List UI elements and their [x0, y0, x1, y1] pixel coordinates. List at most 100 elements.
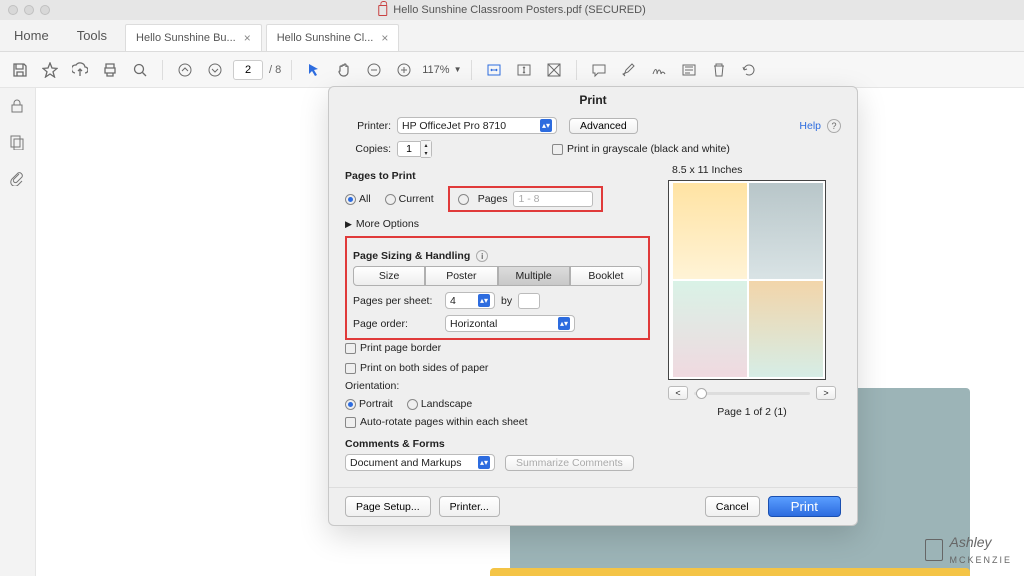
star-icon[interactable]: [38, 58, 62, 82]
current-radio[interactable]: [385, 194, 396, 205]
close-tab-icon[interactable]: ×: [381, 31, 388, 45]
preview-slider[interactable]: [694, 392, 810, 395]
read-mode-icon[interactable]: [542, 58, 566, 82]
page-count: / 8: [269, 64, 281, 76]
by-label: by: [501, 295, 512, 307]
more-options[interactable]: More Options: [356, 218, 419, 230]
pps-label: Pages per sheet:: [353, 295, 439, 307]
window-title: Hello Sunshine Classroom Posters.pdf (SE…: [393, 4, 645, 16]
close-window-icon[interactable]: [8, 5, 18, 15]
page-border-label: Print page border: [360, 342, 441, 354]
disclosure-icon[interactable]: ▶: [345, 219, 352, 230]
pages-radio[interactable]: [458, 194, 469, 205]
print-dialog: Print Printer: HP OfficeJet Pro 8710 ▴▾ …: [328, 86, 858, 526]
tab-label: Hello Sunshine Cl...: [277, 32, 374, 44]
minimize-window-icon[interactable]: [24, 5, 34, 15]
seg-booklet[interactable]: Booklet: [570, 266, 642, 286]
print-icon[interactable]: [98, 58, 122, 82]
page-setup-button[interactable]: Page Setup...: [345, 496, 431, 517]
lock-icon: [378, 5, 387, 16]
zoom-in-icon[interactable]: [392, 58, 416, 82]
delete-icon[interactable]: [707, 58, 731, 82]
comment-icon[interactable]: [587, 58, 611, 82]
page-range-input[interactable]: [513, 191, 593, 207]
printer-select[interactable]: HP OfficeJet Pro 8710 ▴▾: [397, 117, 557, 134]
page-up-icon[interactable]: [173, 58, 197, 82]
highlight-icon[interactable]: [617, 58, 641, 82]
upload-icon[interactable]: [68, 58, 92, 82]
autorotate-checkbox[interactable]: [345, 417, 356, 428]
page-border-checkbox[interactable]: [345, 343, 356, 354]
tab-label: Hello Sunshine Bu...: [136, 32, 236, 44]
close-tab-icon[interactable]: ×: [244, 31, 251, 45]
dialog-title: Print: [329, 87, 857, 113]
sign-icon[interactable]: [647, 58, 671, 82]
summarize-button: Summarize Comments: [505, 455, 634, 471]
seg-size[interactable]: Size: [353, 266, 425, 286]
printer-label: Printer:: [345, 120, 397, 132]
home-button[interactable]: Home: [0, 20, 63, 51]
preview-box: [668, 180, 826, 380]
mac-traffic-lights: [8, 5, 50, 15]
page-order-select[interactable]: Horizontal▴▾: [445, 315, 575, 332]
autorotate-label: Auto-rotate pages within each sheet: [360, 416, 528, 428]
app-nav: Home Tools Hello Sunshine Bu... × Hello …: [0, 20, 1024, 52]
help-icon[interactable]: ?: [827, 119, 841, 133]
print-preview: 8.5 x 11 Inches < > Page 1 of 2 (1): [668, 164, 836, 477]
tools-button[interactable]: Tools: [63, 20, 121, 51]
print-button[interactable]: Print: [768, 496, 841, 517]
order-label: Page order:: [353, 318, 439, 330]
watermark: Ashley MCKENZIE: [925, 534, 1012, 566]
refresh-icon[interactable]: [737, 58, 761, 82]
printer-button[interactable]: Printer...: [439, 496, 500, 517]
attachment-icon[interactable]: [9, 170, 27, 188]
stamp-icon[interactable]: [677, 58, 701, 82]
preview-next-button[interactable]: >: [816, 386, 836, 400]
preview-page-info: Page 1 of 2 (1): [668, 406, 836, 418]
zoom-out-icon[interactable]: [362, 58, 386, 82]
save-icon[interactable]: [8, 58, 32, 82]
zoom-select[interactable]: 117%▼: [422, 64, 461, 76]
landscape-radio[interactable]: [407, 399, 418, 410]
grayscale-label: Print in grayscale (black and white): [567, 143, 730, 155]
grayscale-checkbox[interactable]: [552, 144, 563, 155]
select-tool-icon[interactable]: [302, 58, 326, 82]
logo-icon: [925, 539, 943, 561]
pages-per-sheet-select[interactable]: 4▴▾: [445, 292, 495, 309]
all-radio[interactable]: [345, 194, 356, 205]
by-input[interactable]: [518, 293, 540, 309]
duplex-checkbox[interactable]: [345, 363, 356, 374]
lock-icon[interactable]: [9, 98, 27, 116]
info-icon[interactable]: i: [476, 250, 488, 262]
left-sidebar: [0, 88, 36, 576]
comments-select[interactable]: Document and Markups▴▾: [345, 454, 495, 471]
seg-multiple[interactable]: Multiple: [498, 266, 570, 286]
fit-page-icon[interactable]: [512, 58, 536, 82]
thumbnails-icon[interactable]: [9, 134, 27, 152]
preview-dimensions: 8.5 x 11 Inches: [668, 164, 836, 176]
document-tab-1[interactable]: Hello Sunshine Bu... ×: [125, 24, 262, 51]
window-titlebar: Hello Sunshine Classroom Posters.pdf (SE…: [0, 0, 1024, 20]
copies-label: Copies:: [345, 143, 397, 155]
cancel-button[interactable]: Cancel: [705, 496, 760, 517]
chevron-updown-icon: ▴▾: [540, 119, 552, 132]
portrait-radio[interactable]: [345, 399, 356, 410]
advanced-button[interactable]: Advanced: [569, 118, 638, 134]
pages-to-print-title: Pages to Print: [345, 170, 650, 182]
zoom-window-icon[interactable]: [40, 5, 50, 15]
search-icon[interactable]: [128, 58, 152, 82]
toolbar: / 8 117%▼: [0, 52, 1024, 88]
copies-stepper[interactable]: ▴▾: [397, 140, 432, 158]
duplex-label: Print on both sides of paper: [360, 362, 488, 374]
help-link[interactable]: Help: [799, 120, 821, 132]
fit-width-icon[interactable]: [482, 58, 506, 82]
page-down-icon[interactable]: [203, 58, 227, 82]
page-number-input[interactable]: [233, 60, 263, 80]
pan-tool-icon[interactable]: [332, 58, 356, 82]
orientation-label: Orientation:: [345, 380, 399, 392]
comments-title: Comments & Forms: [345, 438, 650, 450]
preview-prev-button[interactable]: <: [668, 386, 688, 400]
seg-poster[interactable]: Poster: [425, 266, 497, 286]
document-tab-2[interactable]: Hello Sunshine Cl... ×: [266, 24, 400, 51]
sizing-title: Page Sizing & Handling: [353, 250, 470, 262]
